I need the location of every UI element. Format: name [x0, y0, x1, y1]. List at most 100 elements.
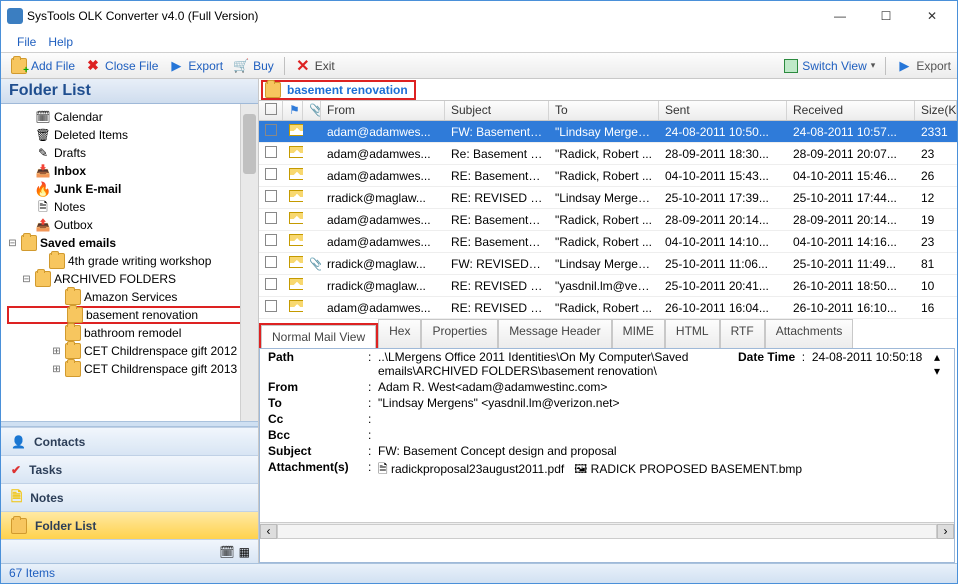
pv-attach-2[interactable]: RADICK PROPOSED BASEMENT.bmp	[591, 462, 802, 476]
tree-item[interactable]: ⊞CET Childrenspace gift 2013	[7, 360, 256, 378]
tab-normal[interactable]: Normal Mail View	[261, 325, 376, 348]
export-button[interactable]: ▶Export	[168, 58, 223, 74]
folder-tree[interactable]: 🗓Calendar🗑Deleted Items✎Drafts📥Inbox🔥Jun…	[1, 104, 258, 382]
shortcut-icon[interactable]: 🗓	[219, 545, 234, 559]
row-checkbox[interactable]	[259, 124, 283, 139]
row-envelope-icon	[283, 146, 303, 161]
tree-scrollbar[interactable]	[240, 104, 258, 421]
menu-file[interactable]: File	[17, 35, 36, 49]
tree-item[interactable]: 📥Inbox	[7, 162, 256, 180]
switch-view-button[interactable]: Switch View▾	[784, 59, 875, 73]
mail-table-header: ⚑ 📎 From Subject To Sent Received Size(K…	[259, 101, 957, 121]
expand-icon[interactable]: ⊟	[21, 270, 32, 289]
tab-rtf[interactable]: RTF	[720, 319, 765, 348]
row-checkbox[interactable]	[259, 212, 283, 227]
tree-item[interactable]: 📤Outbox	[7, 216, 256, 234]
row-sent: 28-09-2011 18:30...	[659, 147, 787, 161]
add-file-button[interactable]: Add File	[11, 58, 75, 74]
preview-hscroll[interactable]: ‹›	[260, 522, 954, 539]
tab-html[interactable]: HTML	[665, 319, 720, 348]
row-checkbox[interactable]	[259, 278, 283, 293]
tree-label: Deleted Items	[54, 126, 128, 145]
col-size[interactable]: Size(KB)	[915, 101, 957, 120]
row-received: 26-10-2011 16:10...	[787, 301, 915, 315]
col-sent[interactable]: Sent	[659, 101, 787, 120]
pv-to-value: "Lindsay Mergens" <yasdnil.lm@verizon.ne…	[378, 396, 946, 410]
table-row[interactable]: adam@adamwes...RE: Basement Co..."Radick…	[259, 165, 957, 187]
table-row[interactable]: adam@adamwes...Re: Basement Co..."Radick…	[259, 143, 957, 165]
tree-label: basement renovation	[86, 306, 198, 325]
tree-item[interactable]: 4th grade writing workshop	[7, 252, 256, 270]
close-file-button[interactable]: ✖Close File	[85, 58, 158, 74]
toolbar: Add File ✖Close File ▶Export 🛒Buy ✕Exit …	[1, 53, 957, 79]
nav-folder-list[interactable]: Folder List	[1, 511, 258, 539]
pv-datetime-value: 24-08-2011 10:50:18	[812, 350, 923, 364]
row-checkbox[interactable]	[259, 234, 283, 249]
tree-item[interactable]: ⊟Saved emails	[7, 234, 256, 252]
table-row[interactable]: rradick@maglaw...FW: REVISED PR..."Linds…	[259, 253, 957, 275]
row-checkbox[interactable]	[259, 190, 283, 205]
tree-item[interactable]: 🗓Calendar	[7, 108, 256, 126]
scroll-thumb[interactable]	[243, 114, 256, 174]
pv-attach-1[interactable]: radickproposal23august2011.pdf	[391, 462, 564, 476]
tree-item[interactable]: 🗑Deleted Items	[7, 126, 256, 144]
tab-attachments[interactable]: Attachments	[765, 319, 854, 348]
tab-message-header[interactable]: Message Header	[498, 319, 611, 348]
toolbar-separator	[284, 57, 285, 75]
col-received[interactable]: Received	[787, 101, 915, 120]
window: SysTools OLK Converter v4.0 (Full Versio…	[0, 0, 958, 584]
table-row[interactable]: rradick@maglaw...RE: REVISED PR..."Linds…	[259, 187, 957, 209]
col-flag[interactable]: ⚑	[283, 101, 303, 120]
col-from[interactable]: From	[321, 101, 445, 120]
row-received: 28-09-2011 20:14...	[787, 213, 915, 227]
tree-item[interactable]: 🗎Notes	[7, 198, 256, 216]
row-checkbox[interactable]	[259, 168, 283, 183]
folder-icon	[65, 361, 81, 377]
col-attachment[interactable]: 📎	[303, 101, 321, 120]
expand-icon[interactable]: ⊞	[51, 360, 62, 379]
table-row[interactable]: rradick@maglaw...RE: REVISED PR..."yasdn…	[259, 275, 957, 297]
col-subject[interactable]: Subject	[445, 101, 549, 120]
tree-label: Notes	[54, 198, 85, 217]
tab-hex[interactable]: Hex	[378, 319, 421, 348]
expand-icon[interactable]: ⊞	[51, 342, 62, 361]
row-checkbox[interactable]	[259, 256, 283, 271]
close-button[interactable]: ✕	[909, 1, 955, 31]
nav-contacts[interactable]: 👤Contacts	[1, 427, 258, 455]
folder-icon	[65, 343, 81, 359]
tree-item[interactable]: ⊞CET Childrenspace gift 2012	[7, 342, 256, 360]
table-row[interactable]: adam@adamwes...RE: Basement Co..."Radick…	[259, 231, 957, 253]
tree-item[interactable]: 🔥Junk E-mail	[7, 180, 256, 198]
tree-item[interactable]: ⊟ARCHIVED FOLDERS	[7, 270, 256, 288]
tree-item[interactable]: basement renovation	[7, 306, 256, 324]
row-from: rradick@maglaw...	[321, 257, 445, 271]
notes-icon: 🗎	[11, 486, 22, 510]
tree-item[interactable]: ✎Drafts	[7, 144, 256, 162]
table-row[interactable]: adam@adamwes...RE: Basement Co..."Radick…	[259, 209, 957, 231]
pv-path-label: Path	[268, 350, 368, 378]
minimize-button[interactable]: —	[817, 1, 863, 31]
tab-properties[interactable]: Properties	[421, 319, 498, 348]
table-row[interactable]: adam@adamwes...FW: Basement C..."Lindsay…	[259, 121, 957, 143]
row-size: 26	[915, 169, 957, 183]
buy-button[interactable]: 🛒Buy	[233, 58, 274, 74]
row-checkbox[interactable]	[259, 146, 283, 161]
menu-help[interactable]: Help	[48, 35, 73, 49]
tree-item[interactable]: bathroom remodel	[7, 324, 256, 342]
nav-tasks[interactable]: ✔Tasks	[1, 455, 258, 483]
col-checkbox[interactable]	[259, 101, 283, 120]
row-subject: RE: Basement Co...	[445, 213, 549, 227]
shortcut-icon[interactable]: ▦	[239, 545, 250, 559]
nav-notes[interactable]: 🗎Notes	[1, 483, 258, 511]
toolbar-separator	[885, 57, 886, 75]
maximize-button[interactable]: ☐	[863, 1, 909, 31]
table-row[interactable]: adam@adamwes...RE: REVISED PR..."Radick,…	[259, 297, 957, 319]
col-to[interactable]: To	[549, 101, 659, 120]
normal-view-highlight: Normal Mail View	[259, 323, 378, 348]
tree-item[interactable]: Amazon Services	[7, 288, 256, 306]
tab-mime[interactable]: MIME	[612, 319, 665, 348]
exit-button[interactable]: ✕Exit	[295, 58, 335, 74]
expand-icon[interactable]: ⊟	[7, 234, 18, 253]
export-button-2[interactable]: ▶Export	[896, 58, 951, 74]
row-checkbox[interactable]	[259, 300, 283, 315]
